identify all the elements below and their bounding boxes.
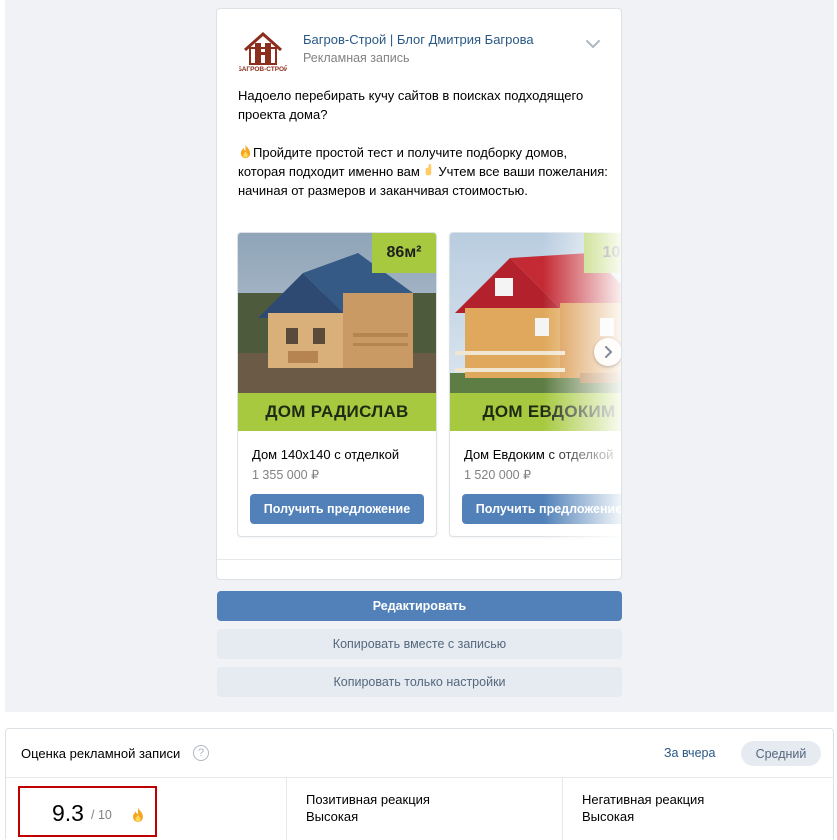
product-card[interactable]: 106 ДОМ ЕВДОКИМ Дом Евдоким с отделкой 1… [449, 232, 621, 537]
help-icon[interactable]: ? [193, 745, 209, 761]
house-name-banner: ДОМ ЕВДОКИМ [450, 393, 621, 431]
rating-title: Оценка рекламной записи [21, 746, 181, 761]
post-text-paragraph-2: Пройдите простой тест и получите подборк… [238, 143, 608, 200]
ad-post-card: БАГРОВ-СТРОЙ Багров-Строй | Блог Дмитрия… [216, 8, 622, 580]
period-yesterday-link[interactable]: За вчера [664, 746, 715, 760]
chevron-down-icon[interactable] [585, 36, 601, 49]
company-logo[interactable]: БАГРОВ-СТРОЙ [237, 28, 289, 73]
score-value: 9.3 [52, 800, 84, 826]
post-text-paragraph-1: Надоело перебирать кучу сайтов в поисках… [238, 88, 584, 122]
score-max: / 10 [91, 808, 112, 822]
product-carousel: 86м² ДОМ РАДИСЛАВ Дом 140х140 с отделкой… [237, 232, 621, 540]
product-title[interactable]: Дом 140х140 с отделкой [252, 447, 399, 462]
chevron-right-icon[interactable] [594, 338, 621, 366]
get-offer-button[interactable]: Получить предложение [250, 494, 424, 524]
divider [6, 777, 833, 778]
negative-reaction-value: Высокая [582, 809, 635, 824]
area-badge: 86м² [372, 233, 436, 273]
house-name-banner: ДОМ РАДИСЛАВ [238, 393, 436, 431]
positive-reaction-value: Высокая [306, 809, 359, 824]
svg-text:БАГРОВ-СТРОЙ: БАГРОВ-СТРОЙ [239, 64, 287, 72]
negative-reaction-label: Негативная реакция [582, 792, 705, 807]
column-separator [286, 778, 287, 840]
post-author-link[interactable]: Багров-Строй | Блог Дмитрия Багрова [303, 32, 534, 47]
positive-reaction-label: Позитивная реакция [306, 792, 430, 807]
product-image-house-radislav[interactable]: 86м² ДОМ РАДИСЛАВ [238, 233, 436, 431]
score-highlight-box: 9.3 / 10 [18, 786, 157, 837]
product-title[interactable]: Дом Евдоким с отделкой [464, 447, 613, 462]
area-badge: 106 [584, 233, 621, 273]
post-text: Надоело перебирать кучу сайтов в поисках… [238, 86, 608, 200]
copy-with-post-button[interactable]: Копировать вместе с записью [217, 629, 622, 659]
period-average-chip[interactable]: Средний [741, 741, 821, 766]
post-ad-label: Рекламная запись [303, 51, 410, 65]
copy-settings-button[interactable]: Копировать только настройки [217, 667, 622, 697]
product-price: 1 520 000 ₽ [464, 468, 532, 482]
column-separator [562, 778, 563, 840]
divider [217, 559, 621, 560]
ad-rating-panel: Оценка рекламной записи ? За вчера Средн… [5, 728, 834, 840]
get-offer-button[interactable]: Получить предложение [462, 494, 621, 524]
edit-button[interactable]: Редактировать [217, 591, 622, 621]
pointing-hand-emoji-icon [420, 163, 435, 178]
product-image-house-evdokim[interactable]: 106 ДОМ ЕВДОКИМ [450, 233, 621, 431]
fire-emoji-icon [238, 144, 253, 159]
product-card[interactable]: 86м² ДОМ РАДИСЛАВ Дом 140х140 с отделкой… [237, 232, 437, 537]
product-price: 1 355 000 ₽ [252, 468, 320, 482]
fire-emoji-icon [130, 807, 146, 823]
